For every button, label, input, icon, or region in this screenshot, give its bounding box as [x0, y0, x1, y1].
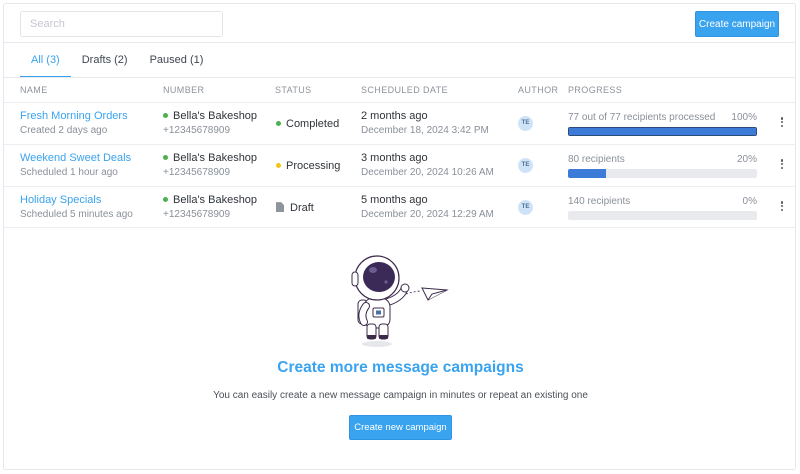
scheduled-date: December 20, 2024 12:29 AM [361, 209, 494, 220]
progress-label: 140 recipients [568, 196, 631, 207]
paper-plane-icon [421, 287, 449, 301]
status-dot [276, 162, 281, 168]
table-row[interactable]: Holiday Specials Scheduled 5 minutes ago… [4, 186, 795, 228]
empty-state-title: Create more message campaigns [277, 359, 524, 376]
tab-all[interactable]: All (3) [20, 42, 71, 78]
status-text: Completed [286, 118, 340, 130]
progress-percent: 20% [736, 154, 757, 165]
progress-bar [568, 127, 757, 136]
status-dot [276, 120, 281, 126]
table-header: NAME NUMBER STATUS SCHEDULED DATE AUTHOR… [4, 78, 795, 102]
author-avatar: TE [518, 116, 533, 131]
scheduled-date: December 18, 2024 3:42 PM [361, 125, 489, 136]
tab-paused[interactable]: Paused (1) [139, 42, 215, 77]
sender-name: Bella's Bakeshop [173, 194, 258, 206]
create-new-campaign-button[interactable]: Create new campaign [349, 415, 452, 440]
author-avatar: TE [518, 158, 533, 173]
empty-state-subtitle: You can easily create a new message camp… [213, 390, 588, 401]
sender-phone: +12345678909 [163, 167, 231, 178]
campaign-name-link[interactable]: Holiday Specials [20, 194, 133, 206]
relative-date: 5 months ago [361, 194, 428, 206]
sender-name: Bella's Bakeshop [173, 152, 258, 164]
status-text: Processing [286, 160, 341, 172]
campaigns-panel: Create campaign All (3) Drafts (2) Pause… [3, 3, 796, 470]
campaign-tabs: All (3) Drafts (2) Paused (1) [20, 42, 215, 78]
progress-fill [568, 169, 606, 178]
sender-online-dot [163, 112, 168, 118]
row-menu-icon[interactable] [777, 158, 787, 172]
table-row[interactable]: Fresh Morning Orders Created 2 days ago … [4, 102, 795, 144]
column-header-author: AUTHOR [518, 85, 559, 95]
status-text: Draft [290, 202, 314, 214]
scheduled-date: December 20, 2024 10:26 AM [361, 167, 494, 178]
column-header-status: STATUS [275, 85, 312, 95]
row-menu-icon[interactable] [777, 200, 787, 214]
column-header-number: NUMBER [163, 85, 205, 95]
progress-bar [568, 211, 757, 220]
row-menu-icon[interactable] [777, 116, 787, 130]
progress-bar [568, 169, 757, 178]
campaign-name-link[interactable]: Weekend Sweet Deals [20, 152, 131, 164]
campaign-subtitle: Created 2 days ago [20, 125, 108, 136]
column-header-name: NAME [20, 85, 48, 95]
sender-online-dot [163, 196, 168, 202]
sender-online-dot [163, 154, 168, 160]
progress-label: 77 out of 77 recipients processed [568, 112, 716, 123]
astronaut-illustration [351, 255, 449, 347]
search-input[interactable] [20, 11, 223, 37]
tab-drafts[interactable]: Drafts (2) [71, 42, 139, 77]
relative-date: 3 months ago [361, 152, 428, 164]
sender-name: Bella's Bakeshop [173, 110, 258, 122]
create-campaign-button[interactable]: Create campaign [695, 11, 779, 37]
campaign-subtitle: Scheduled 5 minutes ago [20, 209, 133, 220]
progress-fill [569, 128, 756, 135]
progress-percent: 100% [731, 112, 757, 123]
campaign-name-link[interactable]: Fresh Morning Orders [20, 110, 128, 122]
sender-phone: +12345678909 [163, 125, 231, 136]
relative-date: 2 months ago [361, 110, 428, 122]
sender-phone: +12345678909 [163, 209, 231, 220]
progress-percent: 0% [742, 196, 757, 207]
column-header-progress: PROGRESS [568, 85, 623, 95]
campaign-subtitle: Scheduled 1 hour ago [20, 167, 118, 178]
column-header-scheduled-date: SCHEDULED DATE [361, 85, 448, 95]
author-avatar: TE [518, 200, 533, 215]
document-icon [276, 202, 284, 213]
table-row[interactable]: Weekend Sweet Deals Scheduled 1 hour ago… [4, 144, 795, 186]
progress-label: 80 recipients [568, 154, 625, 165]
